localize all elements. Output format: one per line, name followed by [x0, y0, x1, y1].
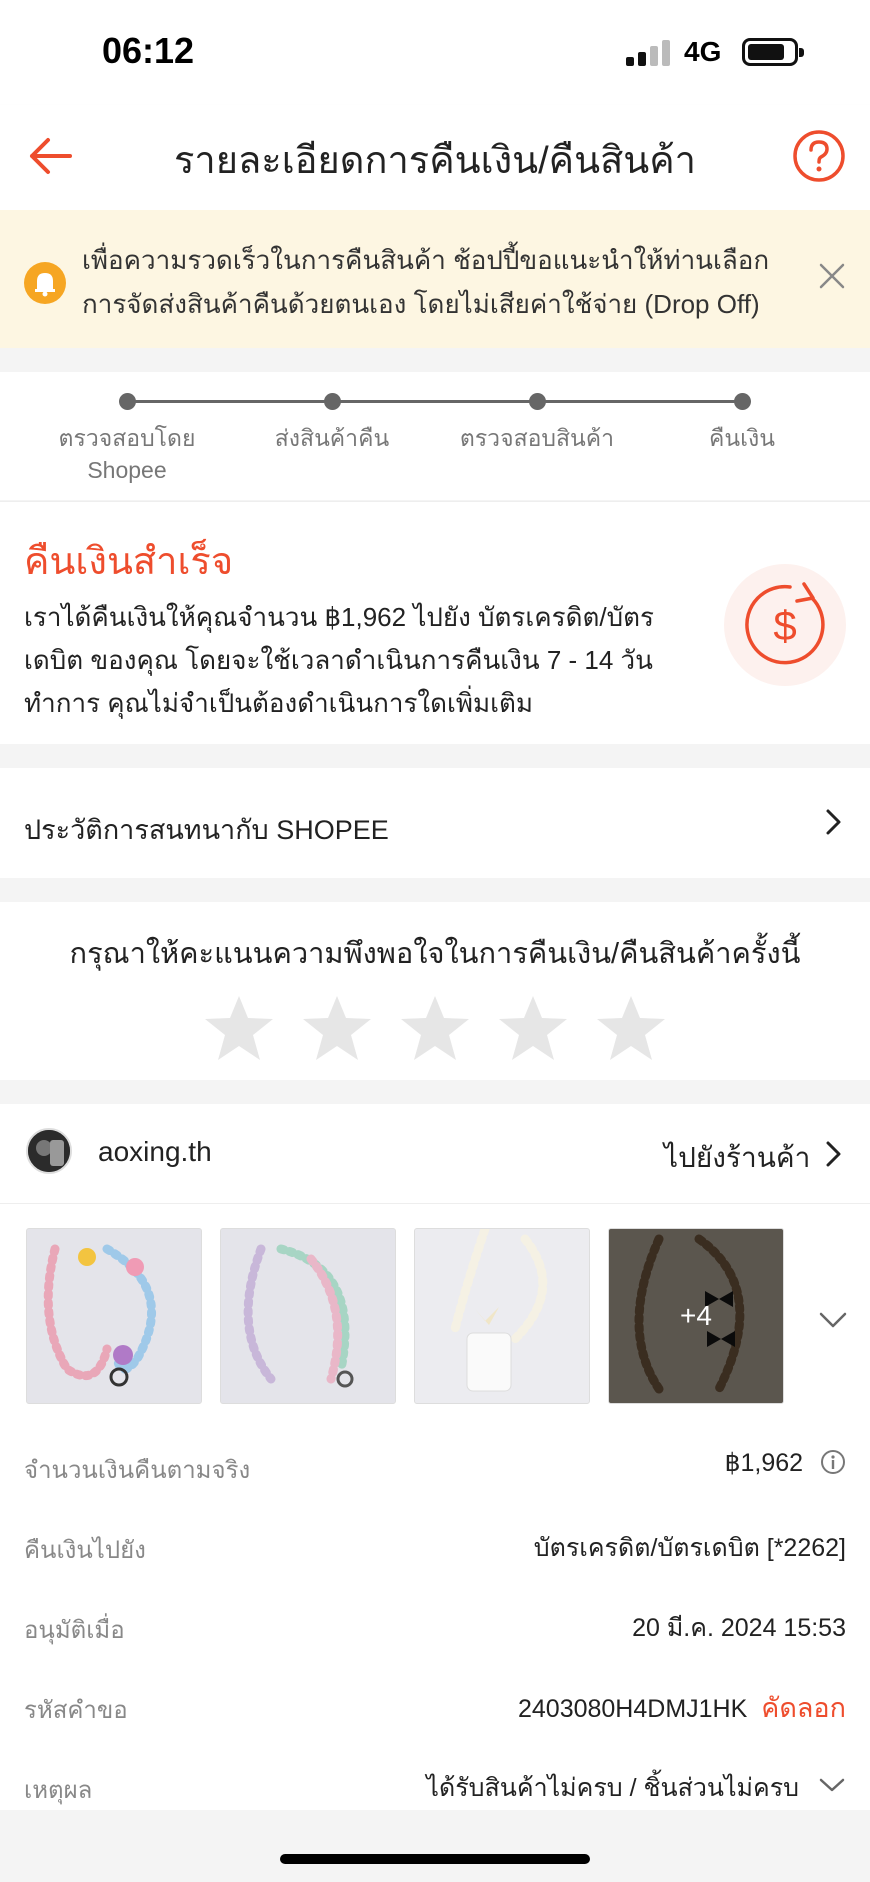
copy-button[interactable]: คัดลอก [761, 1693, 846, 1723]
step-label: ส่งสินค้าคืน [274, 425, 390, 451]
shop-row: aoxing.th ไปยังร้านค้า [0, 1104, 870, 1204]
refund-details: จำนวนเงินคืนตามจริง ฿1,962 คืนเงินไปยัง … [0, 1422, 870, 1810]
product-thumbnail[interactable] [26, 1228, 202, 1404]
refund-status-description: เราได้คืนเงินให้คุณจำนวน ฿1,962 ไปยัง บั… [24, 602, 654, 718]
chat-history-row[interactable]: ประวัติการสนทนากับ SHOPEE [0, 768, 870, 878]
amount-value: ฿1,962 [725, 1448, 846, 1478]
svg-text:$: $ [773, 602, 796, 649]
go-to-shop-link[interactable]: ไปยังร้านค้า [664, 1136, 810, 1180]
drop-off-banner: เพื่อความรวดเร็วในการคืนสินค้า ช้อปปี้ขอ… [0, 210, 870, 348]
banner-text: เพื่อความรวดเร็วในการคืนสินค้า ช้อปปี้ขอ… [82, 245, 770, 319]
battery-icon [742, 38, 804, 66]
product-thumbnails: +4 [0, 1204, 870, 1422]
refund-to-label: คืนเงินไปยัง [24, 1537, 146, 1564]
request-id-text: 2403080H4DMJ1HK [517, 1695, 748, 1723]
request-id-value: 2403080H4DMJ1HK คัดลอก [518, 1686, 846, 1729]
step-label: ตรวจสอบสินค้า [459, 425, 615, 451]
approved-at-value: 20 มี.ค. 2024 15:53 [632, 1614, 846, 1642]
rating-title: กรุณาให้คะแนนความพึงพอใจในการคืนเงิน/คืน… [69, 938, 801, 970]
star-icon[interactable] [203, 994, 275, 1062]
status-time: 06:12 [102, 30, 195, 71]
reason-label: เหตุผล [24, 1777, 93, 1804]
request-id-label: รหัสคำขอ [24, 1697, 128, 1724]
step-dot [529, 393, 546, 410]
refund-status: คืนเงินสำเร็จ เราได้คืนเงินให้คุณจำนวน ฿… [0, 501, 870, 744]
refund-dollar-icon: $ [724, 564, 846, 686]
step-label: ตรวจสอบโดย Shopee [58, 425, 196, 483]
info-icon[interactable] [820, 1449, 846, 1475]
star-icon[interactable] [301, 994, 373, 1062]
star-icon[interactable] [595, 994, 667, 1062]
header: รายละเอียดการคืนเงิน/คืนสินค้า [0, 105, 870, 210]
shop-name[interactable]: aoxing.th [98, 1136, 212, 1168]
home-indicator [280, 1854, 590, 1864]
close-icon[interactable] [818, 262, 846, 290]
help-icon[interactable] [792, 129, 846, 183]
product-thumbnail[interactable] [414, 1228, 590, 1404]
chevron-right-icon[interactable] [824, 1140, 844, 1168]
progress-steps: ตรวจสอบโดย Shopee ส่งสินค้าคืน ตรวจสอบสิ… [0, 372, 870, 500]
approved-at-label: อนุมัติเมื่อ [24, 1617, 125, 1644]
step-dot [119, 393, 136, 410]
bell-icon [24, 262, 66, 304]
refund-status-title: คืนเงินสำเร็จ [24, 541, 234, 583]
refund-to-value: บัตรเครดิต/บัตรเดบิต [*2262] [533, 1534, 846, 1562]
reason-text: ได้รับสินค้าไม่ครบ / ชิ้นส่วนไม่ครบ [426, 1774, 800, 1802]
star-icon[interactable] [497, 994, 569, 1062]
rating-section: กรุณาให้คะแนนความพึงพอใจในการคืนเงิน/คืน… [0, 902, 870, 1080]
more-products-count: +4 [609, 1229, 783, 1403]
step-dot [734, 393, 751, 410]
amount-label: จำนวนเงินคืนตามจริง [24, 1457, 251, 1484]
chevron-down-icon[interactable] [818, 1310, 848, 1330]
chat-history-label: ประวัติการสนทนากับ SHOPEE [24, 815, 389, 845]
product-thumbnail[interactable]: +4 [608, 1228, 784, 1404]
chevron-down-icon[interactable] [818, 1776, 846, 1794]
step-line [128, 400, 744, 403]
network-label: 4G [684, 36, 722, 67]
product-thumbnail[interactable] [220, 1228, 396, 1404]
signal-icon [626, 40, 674, 66]
shop-avatar[interactable] [26, 1128, 72, 1174]
reason-value[interactable]: ได้รับสินค้าไม่ครบ / ชิ้นส่วนไม่ครบ [426, 1768, 846, 1808]
step-label: คืนเงิน [709, 425, 775, 451]
status-bar: 06:12 4G [0, 0, 870, 105]
page-title: รายละเอียดการคืนเงิน/คืนสินค้า [173, 140, 697, 182]
amount-text: ฿1,962 [724, 1449, 804, 1477]
chevron-right-icon [826, 809, 841, 835]
star-icon[interactable] [399, 994, 471, 1062]
step-dot [324, 393, 341, 410]
